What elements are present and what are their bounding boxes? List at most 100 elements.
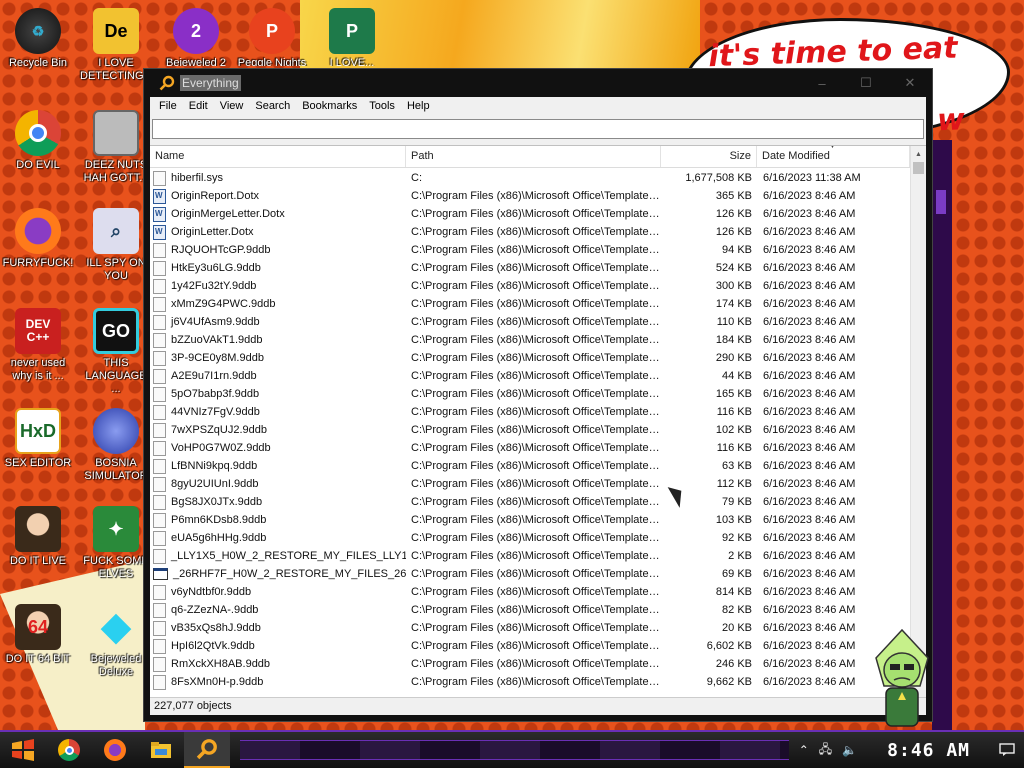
search-input[interactable] <box>152 119 924 139</box>
cell-name-text: LfBNNi9kpq.9ddb <box>171 460 258 472</box>
status-bar: 227,077 objects <box>150 697 926 715</box>
menu-edit[interactable]: Edit <box>183 100 214 112</box>
chevron-up-icon[interactable]: ⌃ <box>799 743 809 757</box>
desktop-icon-label: Recycle Bin <box>8 57 68 69</box>
minimize-button[interactable]: – <box>800 71 844 95</box>
start-button[interactable] <box>0 732 46 768</box>
desktop-icon-label: SEX EDITOR <box>4 457 72 469</box>
desktop-icon-deez[interactable]: DEEZ NUTS HAH GOTT... <box>80 110 152 185</box>
cell-date: 6/16/2023 8:46 AM <box>763 406 856 418</box>
cell-size: 82 KB <box>722 604 752 616</box>
network-icon: ⌕ <box>93 208 139 254</box>
desktop-icon-live[interactable]: DO IT LIVE <box>2 506 74 568</box>
desktop-icon-label: FUCK SOME ELVES <box>83 555 149 580</box>
table-row[interactable]: q6-ZZezNA-.9ddb C:\Program Files (x86)\Mi… <box>150 601 910 619</box>
menu-help[interactable]: Help <box>401 100 436 112</box>
network-icon[interactable]: 🖧 <box>819 740 832 761</box>
notification-button[interactable] <box>990 732 1024 768</box>
desktop-icon-bejeweled2[interactable]: 2 Bejeweled 2 <box>160 8 232 66</box>
desktop-icon-go[interactable]: GO THIS LANGUAGE ... <box>80 308 152 396</box>
table-row[interactable]: hiberfil.sys C: 1,677,508 KB 6/16/2023 11:3… <box>150 169 910 187</box>
sort-desc-icon: ▼ <box>829 145 836 150</box>
taskbar-clock[interactable]: 8:46 AM <box>867 740 990 761</box>
maximize-button[interactable]: ☐ <box>844 71 888 95</box>
taskbar-everything[interactable] <box>184 732 230 768</box>
menu-tools[interactable]: Tools <box>363 100 401 112</box>
column-date-modified[interactable]: ▼ Date Modified <box>757 146 910 167</box>
table-row[interactable]: BgS8JX0JTx.9ddb C:\Program Files (x86)\Mi… <box>150 493 910 511</box>
table-row[interactable]: vB35xQs8hJ.9ddb C:\Program Files (x86)\Mi… <box>150 619 910 637</box>
taskbar-chrome[interactable] <box>46 732 92 768</box>
cell-path: C:\Program Files (x86)\Microsoft Office\… <box>411 586 661 598</box>
column-header: Name Path Size ▼ Date Modified <box>150 146 926 168</box>
cell-size: 110 KB <box>716 316 752 328</box>
table-row[interactable]: VoHP0G7W0Z.9ddb C:\Program Files (x86)\Mi… <box>150 439 910 457</box>
table-row[interactable]: RJQUOHTcGP.9ddb C:\Program Files (x86)\Mi… <box>150 241 910 259</box>
table-row[interactable]: RmXckXH8AB.9ddb C:\Program Files (x86)\Mi… <box>150 655 910 673</box>
notification-icon <box>999 743 1015 756</box>
cell-name-text: P6mn6KDsb8.9ddb <box>171 514 267 526</box>
table-row[interactable]: LfBNNi9kpq.9ddb C:\Program Files (x86)\Mi… <box>150 457 910 475</box>
file-icon <box>153 458 166 474</box>
file-icon <box>153 386 166 402</box>
table-row[interactable]: _26RHF7F_H0W_2_RESTORE_MY_FILES_26R... C:… <box>150 565 910 583</box>
table-row[interactable]: eUA5g6hHHg.9ddb C:\Program Files (x86)\Mi… <box>150 529 910 547</box>
cell-name: RmXckXH8AB.9ddb <box>150 656 406 672</box>
table-row[interactable]: xMmZ9G4PWC.9ddb C:\Program Files (x86)\Mi… <box>150 295 910 313</box>
table-row[interactable]: P6mn6KDsb8.9ddb C:\Program Files (x86)\Mi… <box>150 511 910 529</box>
menu-file[interactable]: File <box>153 100 183 112</box>
table-row[interactable]: HpI6l2QtVk.9ddb C:\Program Files (x86)\Mi… <box>150 637 910 655</box>
table-row[interactable]: OriginLetter.Dotx C:\Program Files (x86)\… <box>150 223 910 241</box>
table-row[interactable]: HtkEy3u6LG.9ddb C:\Program Files (x86)\Mi… <box>150 259 910 277</box>
table-row[interactable]: 44VNIz7FgV.9ddb C:\Program Files (x86)\Mi… <box>150 403 910 421</box>
table-row[interactable]: 8FsXMn0H-p.9ddb C:\Program Files (x86)\Mi… <box>150 673 910 691</box>
cell-date: 6/16/2023 8:46 AM <box>763 298 856 310</box>
desktop-icon-recycle-bin[interactable]: ♻ Recycle Bin <box>2 8 74 70</box>
cell-name: RJQUOHTcGP.9ddb <box>150 242 406 258</box>
table-row[interactable]: A2E9u7I1rn.9ddb C:\Program Files (x86)\Mi… <box>150 367 910 385</box>
desktop-icon-elves[interactable]: ✦ FUCK SOME ELVES <box>80 506 152 581</box>
close-button[interactable]: ✕ <box>888 71 932 95</box>
desktop-icon-bejeweled-deluxe[interactable]: ◆ Bejeweled Deluxe <box>80 604 152 679</box>
table-row[interactable]: 7wXPSZqUJ2.9ddb C:\Program Files (x86)\Mi… <box>150 421 910 439</box>
desktop-icon-spy[interactable]: ⌕ ILL SPY ON YOU <box>80 208 152 283</box>
vertical-scrollbar[interactable]: ▲ <box>910 146 926 697</box>
desktop-icon-project[interactable]: P I LOVE... <box>316 8 388 66</box>
cell-size: 63 KB <box>722 460 752 472</box>
table-row[interactable]: 3P-9CE0y8M.9ddb C:\Program Files (x86)\Mi… <box>150 349 910 367</box>
table-row[interactable]: _LLY1X5_H0W_2_RESTORE_MY_FILES_LLY1X... C… <box>150 547 910 565</box>
column-size[interactable]: Size <box>661 146 757 167</box>
volume-icon[interactable]: 🔈 <box>842 743 857 757</box>
desktop-icon-64bit[interactable]: 64 DO IT 64 BIT <box>2 604 74 666</box>
devcpp-icon: DEV C++ <box>15 308 61 354</box>
desktop-icon-chrome[interactable]: DO EVIL <box>2 110 74 172</box>
table-row[interactable]: 1y42Fu32tY.9ddb C:\Program Files (x86)\Mi… <box>150 277 910 295</box>
desktop-icon-peggle[interactable]: P Peggle Nights <box>236 8 308 66</box>
title-bar[interactable]: Everything – ☐ ✕ <box>144 69 932 97</box>
cell-name: hiberfil.sys <box>150 170 406 186</box>
table-row[interactable]: OriginReport.Dotx C:\Program Files (x86)\… <box>150 187 910 205</box>
table-row[interactable]: 8gyU2UIUnI.9ddb C:\Program Files (x86)\Mi… <box>150 475 910 493</box>
taskbar-firefox[interactable] <box>92 732 138 768</box>
scrollbar-thumb[interactable] <box>913 162 924 174</box>
desktop-icon-firefox[interactable]: FURRYFUCK! <box>2 208 74 270</box>
scroll-up-icon[interactable]: ▲ <box>911 146 926 162</box>
desktop-icon-bosnia[interactable]: BOSNIA SIMULATOR <box>80 408 152 483</box>
table-row[interactable]: bZZuoVAkT1.9ddb C:\Program Files (x86)\Mi… <box>150 331 910 349</box>
cell-name: _LLY1X5_H0W_2_RESTORE_MY_FILES_LLY1X... <box>150 548 406 564</box>
desktop-icon-hxd[interactable]: HxD SEX EDITOR <box>2 408 74 470</box>
menu-bookmarks[interactable]: Bookmarks <box>296 100 363 112</box>
table-row[interactable]: OriginMergeLetter.Dotx C:\Program Files (… <box>150 205 910 223</box>
table-row[interactable]: 5pO7babp3f.9ddb C:\Program Files (x86)\Mi… <box>150 385 910 403</box>
taskbar-file-explorer[interactable] <box>138 732 184 768</box>
cell-name-text: _LLY1X5_H0W_2_RESTORE_MY_FILES_LLY1X... <box>171 550 406 562</box>
table-row[interactable]: v6yNdtbf0r.9ddb C:\Program Files (x86)\Mi… <box>150 583 910 601</box>
desktop-icon-devcpp[interactable]: DEV C++ never used why is it ... <box>2 308 74 383</box>
desktop-icon-detecting[interactable]: De I LOVE DETECTING... <box>80 8 153 83</box>
menu-view[interactable]: View <box>214 100 250 112</box>
cell-date: 6/16/2023 8:46 AM <box>763 442 856 454</box>
table-row[interactable]: j6V4UfAsm9.9ddb C:\Program Files (x86)\Mi… <box>150 313 910 331</box>
menu-search[interactable]: Search <box>249 100 296 112</box>
column-path[interactable]: Path <box>406 146 661 167</box>
column-name[interactable]: Name <box>150 146 406 167</box>
